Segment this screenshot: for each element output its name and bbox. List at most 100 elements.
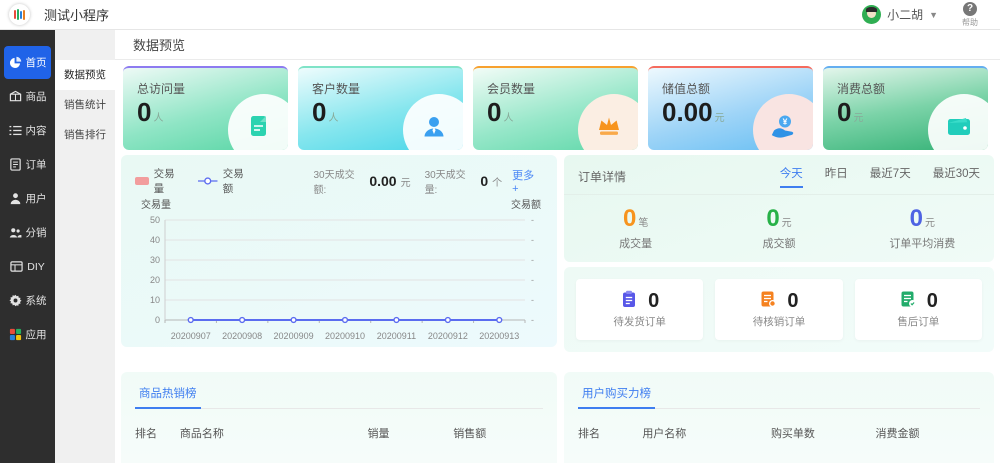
svg-text:-: -: [531, 215, 534, 225]
stat-card-consumption: 消费总额 0元: [823, 66, 988, 150]
apps-grid-icon: [9, 328, 22, 341]
column-consume-amount: 消费金额: [875, 425, 980, 441]
sidebar-item-label: 内容: [26, 123, 47, 138]
user-menu[interactable]: 小二胡 ▼: [852, 5, 948, 24]
svg-text:-: -: [531, 255, 534, 265]
svg-text:20200913: 20200913: [479, 331, 519, 341]
legend-trade-amount: 交易额: [198, 166, 253, 196]
sidebar-item-distribution[interactable]: 分销: [4, 216, 51, 249]
tab-today[interactable]: 今天: [780, 165, 803, 188]
stat-card-unit: 人: [328, 113, 338, 124]
legend-label: 交易量: [154, 166, 185, 196]
summary-amount-unit: 元: [401, 174, 411, 189]
order-stat-label: 成交额: [707, 235, 850, 251]
tab-last-30-days[interactable]: 最近30天: [933, 165, 980, 188]
legend-swatch-line: [198, 177, 217, 185]
logo-mark: [17, 9, 19, 20]
column-rank: 排名: [578, 425, 642, 441]
secondary-sidebar: 数据预览 销售统计 销售排行: [55, 30, 115, 463]
trade-chart-panel: 交易量 交易额 30天成交额: 0.00 元 30天成交量: 0 个 更多 + …: [121, 155, 557, 347]
app-logo: [9, 4, 30, 25]
column-user-name: 用户名称: [642, 425, 771, 441]
svg-text:-: -: [531, 315, 534, 325]
clipboard-icon: [620, 290, 638, 313]
stat-card-unit: 元: [715, 113, 725, 124]
stat-card-value: 0: [312, 97, 326, 127]
tab-yesterday[interactable]: 昨日: [825, 165, 848, 188]
sidebar-item-label: 首页: [26, 55, 47, 70]
user-name: 小二胡: [887, 6, 923, 23]
aftersale-orders-card[interactable]: 0 售后订单: [855, 279, 982, 340]
summary-count-label: 30天成交量:: [425, 166, 477, 196]
question-icon: ?: [963, 2, 977, 16]
svg-text:交易额: 交易额: [511, 198, 541, 211]
order-stat-value: 0: [623, 205, 636, 232]
order-doc-icon: [9, 158, 22, 171]
sidebar-item-goods[interactable]: 商品: [4, 80, 51, 113]
sidebar-item-diy[interactable]: DIY: [4, 250, 51, 283]
legend-swatch-bar: [135, 177, 149, 185]
summary-amount-label: 30天成交额:: [314, 166, 366, 196]
chevron-down-icon: ▼: [929, 10, 938, 20]
svg-text:-: -: [531, 295, 534, 305]
order-stat-unit: 笔: [638, 218, 648, 229]
submenu-item-sales-rank[interactable]: 销售排行: [55, 120, 115, 150]
submenu-item-sales-stats[interactable]: 销售统计: [55, 90, 115, 120]
svg-text:40: 40: [150, 235, 160, 245]
tab-last-7-days[interactable]: 最近7天: [870, 165, 911, 188]
pending-ship-orders-card[interactable]: 0 待发货订单: [576, 279, 703, 340]
stat-card-value: 0.00: [662, 97, 713, 127]
diy-layout-icon: [10, 260, 23, 273]
order-stat-value: 0: [766, 205, 779, 232]
logo-mark: [20, 11, 22, 19]
svg-text:10: 10: [150, 295, 160, 305]
submenu-item-data-preview[interactable]: 数据预览: [55, 60, 115, 90]
aftersale-doc-icon: [899, 290, 917, 313]
help-label: 帮助: [962, 17, 978, 28]
svg-text:20200912: 20200912: [428, 331, 468, 341]
sidebar-item-label: 系统: [26, 293, 47, 308]
sidebar-item-orders[interactable]: 订单: [4, 148, 51, 181]
sidebar-item-system[interactable]: 系统: [4, 284, 51, 317]
svg-text:0: 0: [155, 315, 160, 325]
product-rank-header: 排名 商品名称 销量 销售额: [135, 425, 543, 441]
svg-text:-: -: [531, 275, 534, 285]
sidebar-item-label: 应用: [26, 327, 47, 342]
trade-chart: 交易量交易额0-10-20-30-40-50-20200907202009082…: [133, 198, 543, 348]
logo-mark: [23, 10, 25, 20]
status-value: 0: [787, 290, 798, 313]
column-purchase-count: 购买单数: [771, 425, 876, 441]
distribution-icon: [9, 226, 22, 239]
stat-card-unit: 人: [153, 113, 163, 124]
status-value: 0: [927, 290, 938, 313]
legend-trade-volume: 交易量: [135, 166, 184, 196]
svg-text:20200907: 20200907: [171, 331, 211, 341]
stat-card-unit: 人: [503, 113, 513, 124]
pending-verify-orders-card[interactable]: 0 待核销订单: [715, 279, 842, 340]
goods-box-icon: [9, 90, 22, 103]
order-detail-panel: 订单详情 今天 昨日 最近7天 最近30天 0笔 成交量 0元 成交额 0元 订…: [564, 155, 994, 262]
stat-card-customers: 客户数量 0人: [298, 66, 463, 150]
sidebar-item-apps[interactable]: 应用: [4, 318, 51, 351]
product-rank-panel: 商品热销榜 排名 商品名称 销量 销售额: [121, 372, 557, 463]
help-button[interactable]: ? 帮助: [948, 0, 992, 30]
svg-text:20200910: 20200910: [325, 331, 365, 341]
column-rank: 排名: [135, 425, 180, 441]
stat-card-members: 会员数量 0人: [473, 66, 638, 150]
svg-text:交易量: 交易量: [141, 198, 171, 211]
order-stat-amount: 0元 成交额: [707, 205, 850, 251]
tab-product-rank[interactable]: 商品热销榜: [135, 385, 201, 409]
summary-amount-value: 0.00: [369, 173, 396, 189]
tab-user-rank[interactable]: 用户购买力榜: [578, 385, 655, 409]
sidebar-item-home[interactable]: 首页: [4, 46, 51, 79]
summary-count-value: 0: [480, 173, 488, 189]
sidebar-item-users[interactable]: 用户: [4, 182, 51, 215]
svg-text:30: 30: [150, 255, 160, 265]
more-link[interactable]: 更多 +: [512, 167, 543, 195]
status-label: 售后订单: [897, 314, 939, 329]
order-panel-title: 订单详情: [578, 168, 626, 185]
order-stat-volume: 0笔 成交量: [564, 205, 707, 251]
sidebar-item-content[interactable]: 内容: [4, 114, 51, 147]
order-stat-unit: 元: [782, 218, 792, 229]
status-label: 待核销订单: [753, 314, 806, 329]
